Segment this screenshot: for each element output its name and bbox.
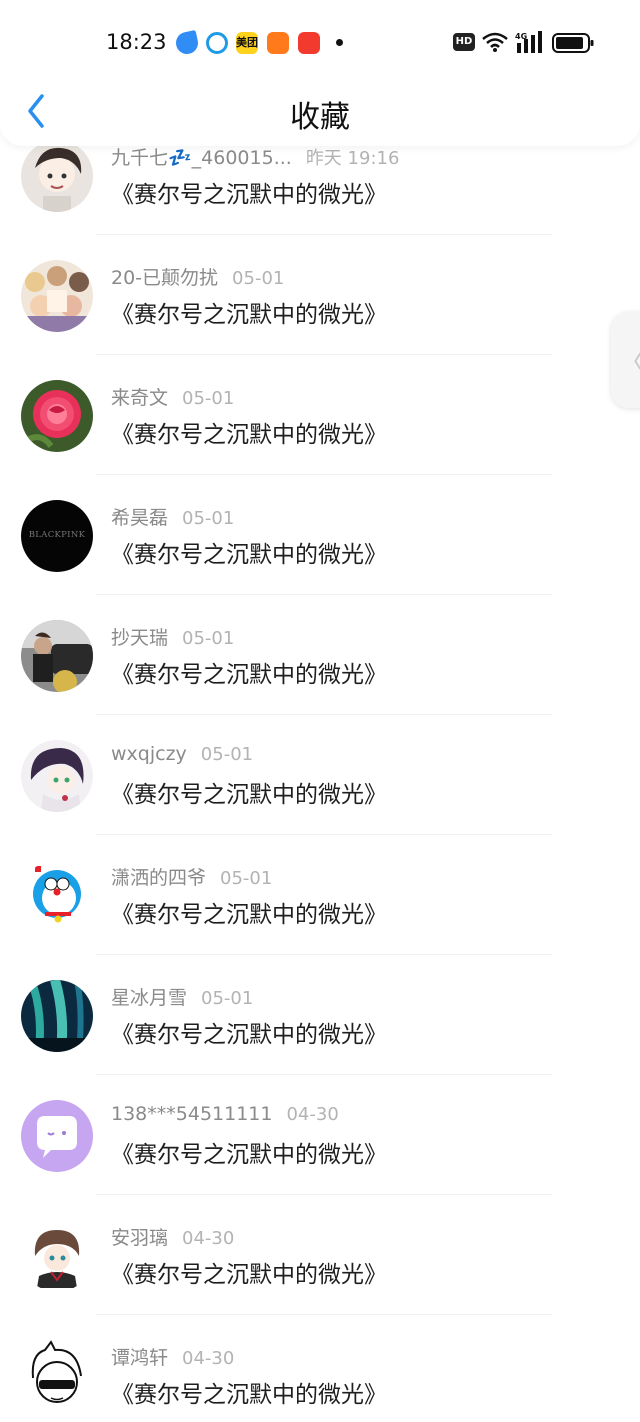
timestamp: 05-01 (232, 268, 285, 289)
meituan-icon: 美团 (236, 32, 258, 54)
favorite-title[interactable]: 《赛尔号之沉默中的微光》 (111, 775, 387, 809)
username[interactable]: 20-已颠勿扰 (111, 267, 218, 289)
avatar[interactable] (21, 620, 93, 692)
signal-icon: 4G (515, 31, 542, 53)
timestamp: 05-01 (220, 868, 273, 889)
page-title: 收藏 (290, 100, 350, 135)
username[interactable]: wxqjczy (111, 743, 187, 765)
favorite-title[interactable]: 《赛尔号之沉默中的微光》 (111, 655, 387, 689)
timestamp: 05-01 (201, 988, 254, 1009)
list-item[interactable]: 来奇文 05-01 《赛尔号之沉默中的微光》 (0, 355, 640, 475)
favorite-title[interactable]: 《赛尔号之沉默中的微光》 (111, 535, 387, 569)
list-item[interactable]: wxqjczy 05-01 《赛尔号之沉默中的微光》 (0, 715, 640, 835)
favorite-title[interactable]: 《赛尔号之沉默中的微光》 (111, 1255, 387, 1289)
favorite-title[interactable]: 《赛尔号之沉默中的微光》 (111, 175, 387, 209)
avatar-logo-text: BLACKPINK (28, 530, 86, 540)
list-item[interactable]: 安羽璃 04-30 《赛尔号之沉默中的微光》 (0, 1195, 640, 1315)
avatar[interactable]: BLACKPINK (21, 500, 93, 572)
favorites-list[interactable]: 九千七💤_460015... 昨天 19:16 《赛尔号之沉默中的微光》 20-已… (0, 0, 640, 1422)
favorite-title[interactable]: 《赛尔号之沉默中的微光》 (111, 1015, 387, 1049)
username[interactable]: 谭鸿轩 (111, 1347, 168, 1369)
avatar[interactable] (21, 740, 93, 812)
blue-face-icon (206, 32, 228, 54)
timestamp: 昨天 19:16 (305, 148, 400, 169)
avatar[interactable] (21, 140, 93, 212)
notification-dot-icon (336, 39, 343, 46)
avatar[interactable] (21, 1340, 93, 1412)
username[interactable]: 138***54511111 (111, 1103, 272, 1125)
red-game-icon (298, 32, 320, 54)
battery-icon (552, 33, 594, 53)
timestamp: 05-01 (182, 628, 235, 649)
hd-badge: HD (453, 33, 475, 51)
username[interactable]: 九千七💤_460015... (111, 147, 292, 169)
timestamp: 04-30 (182, 1228, 235, 1249)
list-item[interactable]: 20-已颠勿扰 05-01 《赛尔号之沉默中的微光》 (0, 235, 640, 355)
avatar[interactable] (21, 980, 93, 1052)
status-bar: 18:23 美团 HD 4G (0, 0, 640, 84)
favorite-title[interactable]: 《赛尔号之沉默中的微光》 (111, 895, 387, 929)
list-item[interactable]: 138***54511111 04-30 《赛尔号之沉默中的微光》 (0, 1075, 640, 1195)
avatar[interactable] (21, 260, 93, 332)
avatar[interactable] (21, 380, 93, 452)
favorite-title[interactable]: 《赛尔号之沉默中的微光》 (111, 1135, 387, 1169)
username[interactable]: 星冰月雪 (111, 987, 187, 1009)
list-item[interactable]: 星冰月雪 05-01 《赛尔号之沉默中的微光》 (0, 955, 640, 1075)
chevron-left-icon: 〈 (619, 342, 640, 379)
favorite-title[interactable]: 《赛尔号之沉默中的微光》 (111, 295, 387, 329)
orange-app-icon (267, 32, 289, 54)
top-bar: 18:23 美团 HD 4G 收藏 (0, 0, 640, 146)
side-drawer-handle[interactable]: 〈 (611, 312, 640, 408)
timestamp: 05-01 (182, 508, 235, 529)
username[interactable]: 希昊磊 (111, 507, 168, 529)
username[interactable]: 安羽璃 (111, 1227, 168, 1249)
timestamp: 04-30 (286, 1104, 339, 1125)
wifi-icon (482, 32, 508, 52)
status-time: 18:23 (106, 30, 167, 54)
blue-bird-icon (173, 29, 201, 57)
favorite-title[interactable]: 《赛尔号之沉默中的微光》 (111, 1375, 387, 1409)
username[interactable]: 来奇文 (111, 387, 168, 409)
list-item[interactable]: BLACKPINK 希昊磊 05-01 《赛尔号之沉默中的微光》 (0, 475, 640, 595)
avatar[interactable] (21, 1220, 93, 1292)
username[interactable]: 抄天瑞 (111, 627, 168, 649)
list-item[interactable]: 潇洒的四爷 05-01 《赛尔号之沉默中的微光》 (0, 835, 640, 955)
list-item[interactable]: 抄天瑞 05-01 《赛尔号之沉默中的微光》 (0, 595, 640, 715)
favorite-title[interactable]: 《赛尔号之沉默中的微光》 (111, 415, 387, 449)
username[interactable]: 潇洒的四爷 (111, 867, 206, 889)
list-item[interactable]: 谭鸿轩 04-30 《赛尔号之沉默中的微光》 (0, 1315, 640, 1422)
avatar[interactable] (21, 860, 93, 932)
timestamp: 05-01 (200, 744, 254, 765)
avatar[interactable] (21, 1100, 93, 1172)
timestamp: 05-01 (182, 388, 235, 409)
timestamp: 04-30 (182, 1348, 235, 1369)
